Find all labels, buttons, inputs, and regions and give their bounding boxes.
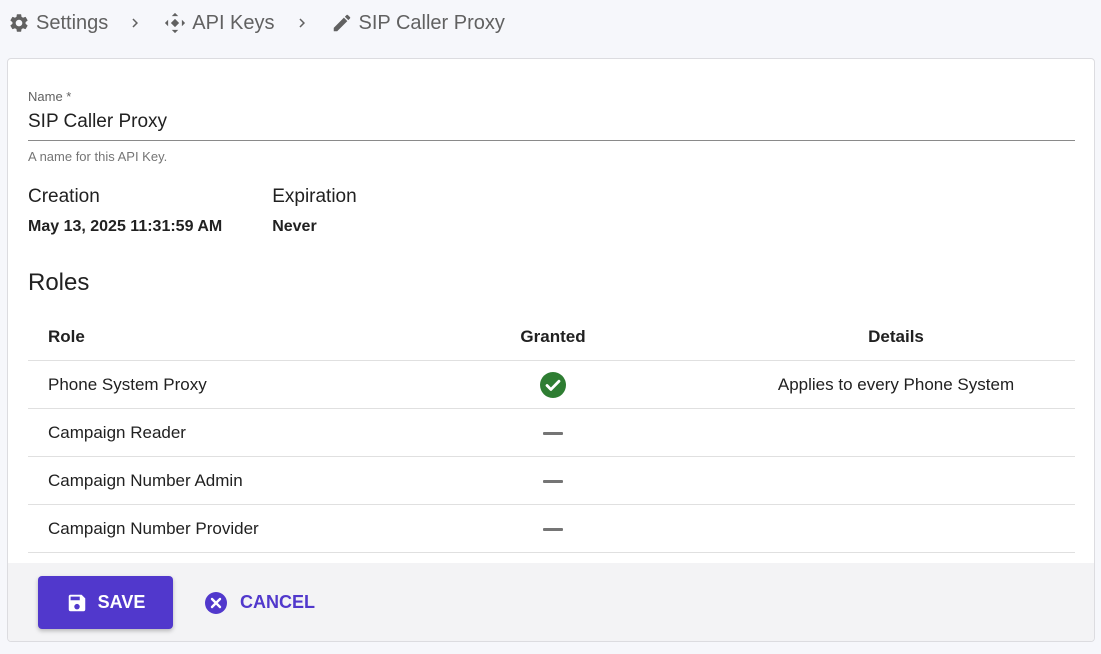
name-field-label: Name * [28,89,72,104]
name-helper-text: A name for this API Key. [28,149,168,164]
roles-table: Role Granted Details Phone System Proxy … [28,313,1075,553]
cancel-button-label: CANCEL [240,592,315,612]
creation-info: Creation May 13, 2025 11:31:59 AM [28,186,222,236]
check-circle-icon [540,371,566,398]
table-row: Phone System Proxy Applies to every Phon… [28,360,1075,409]
table-row: Campaign Number Provider [28,504,1075,553]
role-details [717,504,1075,553]
close-circle-icon [205,591,227,614]
chevron-right-icon [293,14,311,32]
breadcrumb-api-keys-label: API Keys [192,11,275,34]
not-granted-dash-icon [543,431,563,435]
role-name: Campaign Number Admin [28,456,389,505]
name-input[interactable] [28,111,1075,141]
breadcrumb-api-keys[interactable]: API Keys [164,11,275,35]
roles-heading: Roles [28,269,90,296]
role-details: Applies to every Phone System [717,360,1075,409]
role-details [717,456,1075,505]
not-granted-dash-icon [543,479,563,483]
roles-header-row: Role Granted Details [28,313,1075,361]
pencil-icon [333,14,350,32]
move-arrows-icon [165,12,186,34]
table-row: Campaign Reader [28,408,1075,457]
save-button[interactable]: SAVE [38,576,173,629]
breadcrumb-settings[interactable]: Settings [8,12,108,35]
role-name: Phone System Proxy [28,360,389,409]
creation-label: Creation [28,186,100,207]
breadcrumb-settings-label: Settings [36,11,109,34]
table-row: Campaign Number Admin [28,456,1075,505]
breadcrumb: Settings API Keys SIP Caller Proxy [8,8,505,38]
not-granted-dash-icon [543,527,563,531]
granted-cell [389,456,717,505]
breadcrumb-current-label: SIP Caller Proxy [358,11,505,34]
chevron-right-icon [126,14,144,32]
details-column-header: Details [717,313,1075,361]
granted-cell [389,408,717,457]
gear-icon [10,14,28,32]
floppy-disk-icon [68,594,85,611]
expiration-info: Expiration Never [272,186,357,236]
expiration-value: Never [272,218,317,235]
role-name: Campaign Number Provider [28,504,389,553]
role-column-header: Role [28,313,389,361]
role-details [717,408,1075,457]
role-name: Campaign Reader [28,408,389,457]
key-meta: Creation May 13, 2025 11:31:59 AM Expira… [28,186,357,236]
granted-cell [389,360,717,409]
expiration-label: Expiration [272,186,357,207]
granted-column-header: Granted [389,313,717,361]
form-actions: SAVE CANCEL [8,563,1094,641]
breadcrumb-current: SIP Caller Proxy [331,12,505,35]
granted-cell [389,504,717,553]
save-button-label: SAVE [97,592,146,612]
name-field: Name * A name for this API Key. [28,89,1075,164]
creation-value: May 13, 2025 11:31:59 AM [28,218,223,235]
api-key-card: Name * A name for this API Key. Creation… [7,58,1095,642]
cancel-button[interactable]: CANCEL [198,576,321,629]
